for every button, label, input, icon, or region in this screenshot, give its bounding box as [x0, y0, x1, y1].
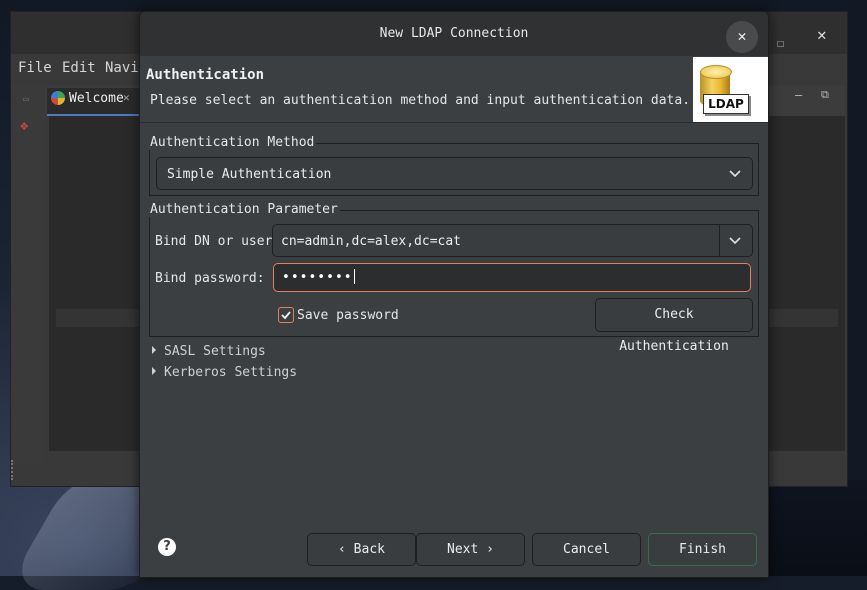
- help-icon[interactable]: ?: [158, 538, 176, 556]
- bind-dn-label: Bind DN or user:: [155, 234, 281, 249]
- page-description: Please select an authentication method a…: [150, 93, 691, 108]
- restore-window-icon[interactable]: ☐: [777, 36, 784, 50]
- maximize-icon[interactable]: ⧉: [821, 88, 829, 102]
- new-ldap-connection-dialog: New LDAP Connection ✕ Authentication Ple…: [139, 11, 769, 578]
- cancel-button[interactable]: Cancel: [532, 533, 641, 566]
- combo-divider: [719, 225, 720, 256]
- kerberos-settings-expander[interactable]: Kerberos Settings: [152, 365, 297, 380]
- bind-dn-value[interactable]: cn=admin,dc=alex,dc=cat: [281, 234, 461, 249]
- bind-password-label: Bind password:: [155, 271, 265, 286]
- sasl-settings-label: SASL Settings: [164, 344, 266, 359]
- dialog-title: New LDAP Connection: [379, 26, 529, 41]
- minimize-icon[interactable]: —: [795, 88, 802, 102]
- wizard-header: [140, 56, 768, 122]
- bind-dn-combo[interactable]: cn=admin,dc=alex,dc=cat: [272, 224, 753, 257]
- expand-arrow-icon: [152, 346, 156, 354]
- bind-password-input[interactable]: ••••••••: [273, 263, 751, 292]
- next-button[interactable]: Next ›: [416, 533, 525, 566]
- menu-file[interactable]: File: [18, 60, 52, 76]
- tab-close-icon[interactable]: ✕: [123, 91, 130, 104]
- chevron-down-icon[interactable]: [728, 233, 742, 247]
- close-window-icon[interactable]: ✕: [817, 25, 827, 44]
- back-button[interactable]: ‹ Back: [307, 533, 416, 566]
- highlight-row-right: [768, 309, 838, 327]
- minimize-view-icon[interactable]: ▭: [23, 94, 29, 105]
- save-password-label[interactable]: Save password: [297, 308, 399, 323]
- expand-arrow-icon: [152, 367, 156, 375]
- ldap-logo: LDAP: [693, 57, 768, 123]
- package-icon[interactable]: ❖: [20, 118, 28, 134]
- finish-button[interactable]: Finish: [648, 533, 757, 566]
- auth-method-select[interactable]: Simple Authentication: [156, 157, 753, 190]
- page-title: Authentication: [146, 67, 265, 83]
- header-separator: [140, 122, 768, 123]
- kerberos-settings-label: Kerberos Settings: [164, 365, 298, 380]
- menu-edit[interactable]: Edit: [62, 60, 96, 76]
- tab-welcome-label: Welcome: [69, 91, 124, 106]
- dialog-close-button[interactable]: ✕: [726, 21, 758, 53]
- save-password-checkbox[interactable]: [278, 307, 294, 323]
- bind-password-value: ••••••••: [282, 269, 355, 285]
- auth-method-value: Simple Authentication: [167, 167, 332, 182]
- chevron-down-icon: [729, 170, 741, 178]
- auth-param-group-label: Authentication Parameter: [148, 202, 340, 217]
- auth-method-group-label: Authentication Method: [148, 135, 317, 150]
- checkmark-icon: [281, 311, 291, 320]
- highlight-row: [56, 309, 149, 327]
- editor-area-right: [768, 116, 845, 451]
- editor-area: [49, 116, 149, 451]
- left-toolbar: [11, 84, 45, 464]
- ldap-logo-text: LDAP: [703, 94, 749, 114]
- welcome-icon: [51, 91, 65, 105]
- text-caret: [353, 269, 355, 284]
- check-authentication-button[interactable]: Check Authentication: [595, 298, 753, 354]
- sasl-settings-expander[interactable]: SASL Settings: [152, 344, 266, 359]
- dialog-titlebar: New LDAP Connection: [140, 12, 768, 56]
- resize-grip[interactable]: [11, 460, 16, 480]
- wallpaper-shadow: [767, 480, 867, 576]
- tab-welcome[interactable]: Welcome ✕: [47, 88, 139, 116]
